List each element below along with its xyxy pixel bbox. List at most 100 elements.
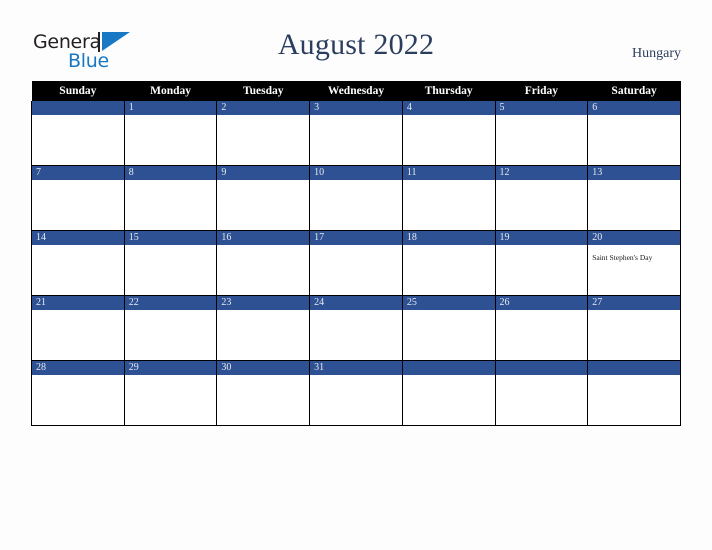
weekday-header-sunday: Sunday: [31, 81, 125, 101]
day-body: [588, 180, 680, 230]
calendar-day-cell[interactable]: 10: [309, 165, 403, 231]
weekday-header-monday: Monday: [124, 81, 217, 101]
calendar-day-cell[interactable]: 30: [216, 360, 311, 426]
calendar-body: 1 2 3 4 5 6 7 8 9 10 11 12 13 14 15 16 1…: [31, 101, 681, 426]
day-number: 27: [588, 296, 680, 310]
country-label: Hungary: [632, 46, 681, 61]
day-number: 11: [402, 166, 495, 180]
calendar-day-cell[interactable]: [31, 101, 125, 166]
day-number: 18: [402, 231, 495, 245]
calendar-day-cell[interactable]: 28: [31, 360, 125, 426]
calendar-day-cell[interactable]: 20 Saint Stephen's Day: [587, 230, 681, 296]
calendar-day-cell[interactable]: 12: [494, 165, 589, 231]
day-body: [310, 245, 402, 295]
calendar-day-cell[interactable]: 1: [123, 101, 218, 166]
calendar-day-cell[interactable]: [401, 360, 496, 426]
day-body: [496, 245, 588, 295]
day-body: [496, 180, 588, 230]
calendar-day-cell[interactable]: 4: [401, 101, 496, 166]
day-body: [403, 245, 495, 295]
day-number: 28: [32, 361, 124, 375]
day-number: 22: [124, 296, 217, 310]
day-body: [217, 180, 309, 230]
calendar-week-row: 14 15 16 17 18 19 20 Saint Stephen's Day: [31, 230, 681, 296]
day-body: [217, 245, 309, 295]
day-number: 9: [217, 166, 310, 180]
calendar-day-cell[interactable]: 17: [309, 230, 403, 296]
day-number: 1: [124, 101, 217, 115]
day-number: [402, 361, 495, 375]
day-body: [32, 245, 124, 295]
calendar-week-row: 21 22 23 24 25 26 27: [31, 295, 681, 361]
calendar-day-cell[interactable]: 15: [123, 230, 218, 296]
calendar-day-cell[interactable]: 24: [309, 295, 403, 361]
day-body: [310, 180, 402, 230]
day-number: 29: [124, 361, 217, 375]
calendar-day-cell[interactable]: 18: [401, 230, 496, 296]
day-body: [496, 115, 588, 165]
day-number: [32, 101, 124, 115]
calendar-day-cell[interactable]: 5: [494, 101, 589, 166]
weekday-header-row: Sunday Monday Tuesday Wednesday Thursday…: [31, 81, 681, 101]
day-body: [32, 375, 124, 425]
day-number: 21: [32, 296, 124, 310]
day-body: [125, 310, 217, 360]
calendar-day-cell[interactable]: 9: [216, 165, 311, 231]
day-number: 19: [495, 231, 588, 245]
day-event-label: Saint Stephen's Day: [592, 253, 653, 262]
calendar-day-cell[interactable]: 14: [31, 230, 125, 296]
calendar-day-cell[interactable]: [587, 360, 681, 426]
calendar-week-row: 1 2 3 4 5 6: [31, 101, 681, 166]
calendar-day-cell[interactable]: 26: [494, 295, 589, 361]
day-body: [125, 115, 217, 165]
calendar-day-cell[interactable]: 11: [401, 165, 496, 231]
day-body: [310, 115, 402, 165]
day-body: [403, 115, 495, 165]
calendar-day-cell[interactable]: 7: [31, 165, 125, 231]
calendar-day-cell[interactable]: 29: [123, 360, 218, 426]
page-title: August 2022: [277, 28, 435, 61]
calendar-day-cell[interactable]: 21: [31, 295, 125, 361]
calendar-week-row: 28 29 30 31: [31, 360, 681, 426]
day-number: 24: [310, 296, 402, 310]
calendar-day-cell[interactable]: 8: [123, 165, 218, 231]
day-body: [403, 180, 495, 230]
day-body: Saint Stephen's Day: [588, 245, 680, 295]
calendar-day-cell[interactable]: 23: [216, 295, 311, 361]
weekday-header-thursday: Thursday: [402, 81, 496, 101]
day-number: 5: [495, 101, 588, 115]
day-number: 20: [588, 231, 680, 245]
calendar-day-cell[interactable]: 2: [216, 101, 311, 166]
day-number: 8: [124, 166, 217, 180]
day-number: 10: [310, 166, 402, 180]
calendar-day-cell[interactable]: 25: [401, 295, 496, 361]
day-number: 7: [32, 166, 124, 180]
day-body: [32, 180, 124, 230]
day-body: [310, 310, 402, 360]
day-body: [125, 180, 217, 230]
day-body: [125, 375, 217, 425]
calendar-day-cell[interactable]: 22: [123, 295, 218, 361]
calendar-day-cell[interactable]: 3: [309, 101, 403, 166]
day-body: [496, 310, 588, 360]
day-number: 26: [495, 296, 588, 310]
calendar-grid: Sunday Monday Tuesday Wednesday Thursday…: [31, 81, 681, 426]
day-number: 31: [310, 361, 402, 375]
calendar-day-cell[interactable]: 16: [216, 230, 311, 296]
day-body: [403, 375, 495, 425]
calendar-day-cell[interactable]: 19: [494, 230, 589, 296]
day-body: [125, 245, 217, 295]
day-number: 17: [310, 231, 402, 245]
calendar-day-cell[interactable]: [494, 360, 589, 426]
calendar-day-cell[interactable]: 13: [587, 165, 681, 231]
day-body: [588, 115, 680, 165]
weekday-header-friday: Friday: [495, 81, 588, 101]
calendar-day-cell[interactable]: 31: [309, 360, 403, 426]
day-number: 13: [588, 166, 680, 180]
day-number: 30: [217, 361, 310, 375]
calendar-day-cell[interactable]: 27: [587, 295, 681, 361]
calendar-day-cell[interactable]: 6: [587, 101, 681, 166]
weekday-header-tuesday: Tuesday: [216, 81, 310, 101]
day-number: 12: [495, 166, 588, 180]
weekday-header-saturday: Saturday: [587, 81, 681, 101]
